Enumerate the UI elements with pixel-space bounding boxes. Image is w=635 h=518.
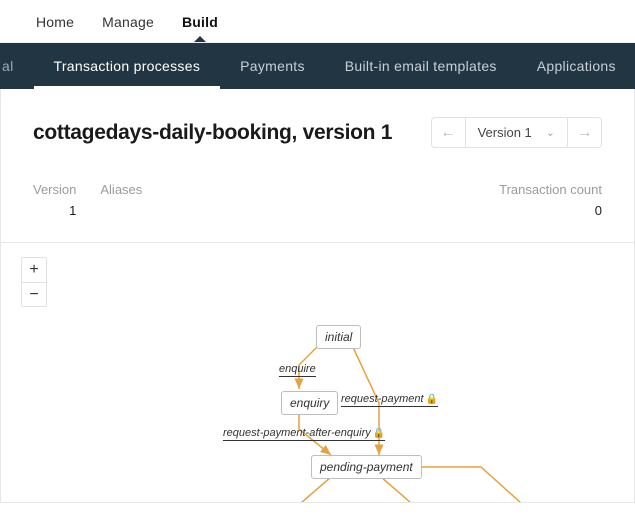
diagram: initial enquiry pending-payment enquire … — [1, 243, 634, 502]
meta-aliases-label: Aliases — [100, 182, 142, 197]
edge-request-payment-label: request-payment — [341, 393, 424, 405]
subnav-item-applications[interactable]: Applications — [517, 43, 635, 89]
meta-version-value: 1 — [33, 203, 76, 218]
node-initial[interactable]: initial — [316, 325, 361, 349]
arrow-right-icon: → — [577, 125, 593, 141]
meta-tx-count-value: 0 — [499, 203, 602, 218]
version-next-button[interactable]: → — [568, 117, 602, 148]
version-select-label: Version 1 — [478, 125, 532, 140]
edge-request-payment-after-enquiry-label: request-payment-after-enquiry — [223, 427, 371, 439]
edge-request-payment[interactable]: request-payment🔒 — [341, 393, 438, 407]
arrow-left-icon: ← — [440, 125, 456, 141]
chevron-down-icon: ⌄ — [546, 126, 555, 139]
lock-icon: 🔒 — [373, 428, 385, 439]
version-select[interactable]: Version 1 ⌄ — [465, 117, 568, 148]
nav-home[interactable]: Home — [36, 14, 74, 30]
node-pending-payment[interactable]: pending-payment — [311, 455, 422, 479]
meta-tx-count-label: Transaction count — [499, 182, 602, 197]
node-enquiry[interactable]: enquiry — [281, 391, 338, 415]
meta-version-label: Version — [33, 182, 76, 197]
version-prev-button[interactable]: ← — [431, 117, 465, 148]
subnav-item-payments[interactable]: Payments — [220, 43, 325, 89]
page-title: cottagedays-daily-booking, version 1 — [33, 121, 392, 145]
top-nav: Home Manage Build — [0, 0, 635, 43]
nav-manage[interactable]: Manage — [102, 14, 154, 30]
version-picker: ← Version 1 ⌄ → — [431, 117, 602, 148]
subnav-item-processes[interactable]: Transaction processes — [34, 43, 221, 89]
subnav-item-partial[interactable]: al — [0, 43, 34, 89]
process-canvas[interactable]: + − initial enquiry pending-payment e — [0, 243, 635, 503]
meta-row: Version 1 Aliases Transaction count 0 — [33, 182, 602, 218]
edge-request-payment-after-enquiry[interactable]: request-payment-after-enquiry🔒 — [223, 427, 385, 441]
lock-icon: 🔒 — [426, 394, 438, 405]
edge-enquire[interactable]: enquire — [279, 363, 316, 377]
process-header-card: cottagedays-daily-booking, version 1 ← V… — [0, 89, 635, 243]
nav-build[interactable]: Build — [182, 14, 218, 30]
subnav-item-email-templates[interactable]: Built-in email templates — [325, 43, 517, 89]
sub-nav: al Transaction processes Payments Built-… — [0, 43, 635, 89]
